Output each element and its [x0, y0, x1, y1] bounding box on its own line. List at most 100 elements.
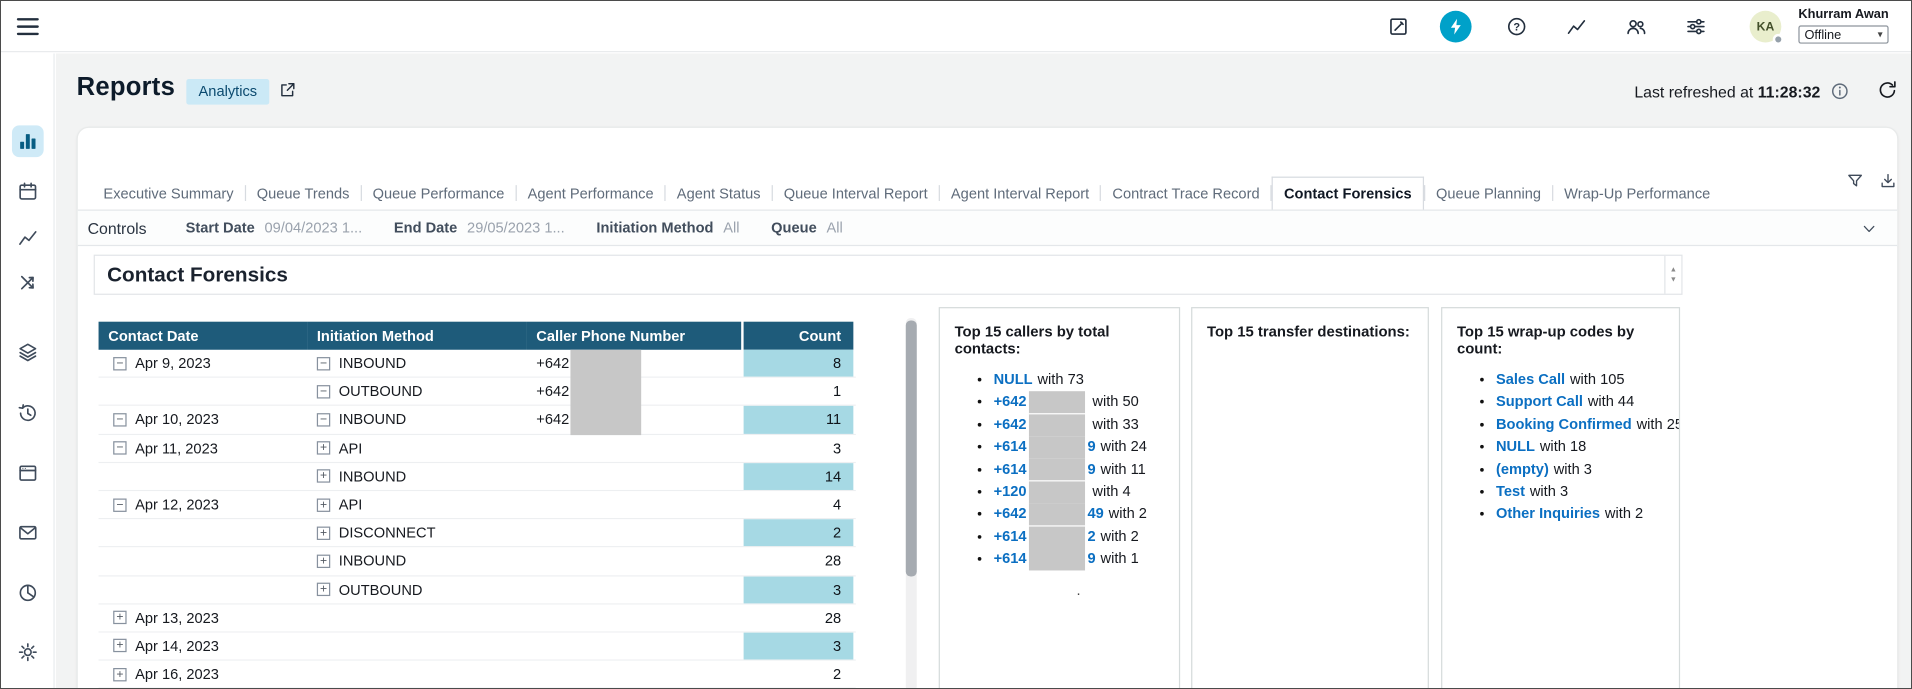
wrapup-code-link[interactable]: Other Inquiries [1496, 505, 1600, 522]
tab-agent-status[interactable]: Agent Status [666, 177, 772, 210]
feedback-icon[interactable] [1387, 16, 1409, 38]
scrollbar-thumb[interactable] [906, 320, 917, 576]
collapse-toggle-icon[interactable]: − [113, 498, 126, 511]
download-icon[interactable] [1879, 172, 1897, 190]
avatar[interactable]: KA [1750, 11, 1782, 43]
filter-queue[interactable]: QueueAll [771, 219, 843, 236]
column-header-initiation-method[interactable]: Initiation Method [307, 322, 526, 350]
refresh-icon[interactable] [1876, 79, 1898, 101]
tab-queue-trends[interactable]: Queue Trends [246, 177, 361, 210]
expand-toggle-icon[interactable]: + [317, 470, 330, 483]
sidebar-item-history[interactable] [12, 397, 44, 429]
wrapup-code-link[interactable]: NULL [1496, 438, 1535, 455]
cell-count: 3 [744, 435, 854, 462]
sidebar-item-line-chart[interactable] [12, 222, 44, 254]
caller-link[interactable]: 9 [1088, 550, 1096, 567]
item-count-text: with 44 [1588, 393, 1634, 410]
sidebar-item-window[interactable] [12, 457, 44, 489]
list-item: +6149with 1 [994, 547, 1179, 569]
tab-queue-interval-report[interactable]: Queue Interval Report [773, 177, 939, 210]
cell-count: 14 [744, 463, 854, 490]
sidebar-item-mail[interactable] [12, 517, 44, 549]
connect-bolt-icon[interactable] [1440, 11, 1472, 43]
wrapup-code-link[interactable]: (empty) [1496, 460, 1549, 477]
sidebar-item-pie-chart[interactable] [12, 577, 44, 609]
expand-toggle-icon[interactable]: + [317, 526, 330, 539]
caller-link[interactable]: +642 [994, 415, 1027, 432]
caller-link[interactable]: +614 [994, 527, 1027, 544]
tab-executive-summary[interactable]: Executive Summary [92, 177, 244, 210]
wrapup-code-link[interactable]: Test [1496, 483, 1525, 500]
metrics-icon[interactable] [1565, 16, 1587, 38]
gear-icon [17, 641, 39, 663]
last-refreshed: Last refreshed at 11:28:32 [1634, 83, 1820, 101]
chevron-down-icon[interactable] [1861, 220, 1878, 237]
cell-contact-date: Apr 10, 2023 [135, 411, 219, 428]
tab-queue-planning[interactable]: Queue Planning [1425, 177, 1552, 210]
list-item: +642with 33 [994, 413, 1179, 435]
expand-toggle-icon[interactable]: + [113, 639, 126, 652]
expand-toggle-icon[interactable]: + [113, 668, 126, 681]
table-scrollbar[interactable] [906, 318, 917, 689]
caller-link[interactable]: NULL [994, 370, 1033, 387]
expand-toggle-icon[interactable]: + [317, 441, 330, 454]
item-count-text: with 2 [1109, 505, 1147, 522]
column-header-contact-date[interactable]: Contact Date [99, 322, 308, 350]
sidebar-item-layers[interactable] [12, 336, 44, 368]
tab-contact-forensics[interactable]: Contact Forensics [1272, 177, 1424, 210]
collapse-toggle-icon[interactable]: − [113, 357, 126, 370]
collapse-toggle-icon[interactable]: − [317, 413, 330, 426]
sidebar-item-bar-chart[interactable] [12, 125, 44, 157]
info-icon[interactable] [1830, 81, 1850, 101]
tab-agent-performance[interactable]: Agent Performance [517, 177, 665, 210]
offline-status-dot-icon [1773, 34, 1784, 45]
caller-link[interactable]: 2 [1088, 527, 1096, 544]
collapse-toggle-icon[interactable]: − [317, 357, 330, 370]
caller-link[interactable]: +614 [994, 460, 1027, 477]
panel-title: Top 15 wrap-up codes by count: [1442, 308, 1679, 357]
sidebar-item-gear[interactable] [12, 636, 44, 668]
stepper-down-icon[interactable]: ▼ [1670, 275, 1677, 285]
tab-queue-performance[interactable]: Queue Performance [362, 177, 516, 210]
filter-end-date[interactable]: End Date29/05/2023 1... [394, 219, 565, 236]
status-select[interactable]: Offline ▾ [1798, 25, 1888, 43]
caller-link[interactable]: +614 [994, 550, 1027, 567]
help-icon[interactable]: ? [1506, 16, 1528, 38]
expand-toggle-icon[interactable]: + [113, 611, 126, 624]
users-icon[interactable] [1625, 16, 1647, 38]
redacted-phone [1029, 414, 1085, 436]
wrapup-code-link[interactable]: Support Call [1496, 393, 1583, 410]
expand-toggle-icon[interactable]: + [317, 554, 330, 567]
external-link-icon[interactable] [278, 80, 298, 100]
tab-wrap-up-performance[interactable]: Wrap-Up Performance [1553, 177, 1721, 210]
filter-initiation-method[interactable]: Initiation MethodAll [596, 219, 739, 236]
caller-link[interactable]: 9 [1088, 460, 1096, 477]
collapse-toggle-icon[interactable]: − [113, 413, 126, 426]
wrapup-code-link[interactable]: Booking Confirmed [1496, 415, 1632, 432]
column-header-caller-phone-number[interactable]: Caller Phone Number [527, 322, 742, 350]
column-header-count[interactable]: Count [744, 322, 854, 350]
sidebar-item-calendar[interactable] [12, 175, 44, 207]
stepper-up-icon[interactable]: ▲ [1670, 265, 1677, 275]
collapse-toggle-icon[interactable]: − [113, 441, 126, 454]
filter-start-date[interactable]: Start Date09/04/2023 1... [186, 219, 363, 236]
collapse-toggle-icon[interactable]: − [317, 385, 330, 398]
tab-agent-interval-report[interactable]: Agent Interval Report [940, 177, 1100, 210]
list-item: NULLwith 18 [1496, 435, 1679, 457]
caller-link[interactable]: +642 [994, 505, 1027, 522]
expand-toggle-icon[interactable]: + [317, 498, 330, 511]
caller-link[interactable]: +642 [994, 393, 1027, 410]
caller-link[interactable]: +614 [994, 438, 1027, 455]
caller-link[interactable]: +120 [994, 483, 1027, 500]
caller-link[interactable]: 9 [1088, 438, 1096, 455]
filter-icon[interactable] [1846, 172, 1864, 190]
crossed-tools-icon [17, 272, 39, 294]
sidebar-item-crossed-tools[interactable] [12, 267, 44, 299]
wrapup-code-link[interactable]: Sales Call [1496, 370, 1565, 387]
settings-sliders-icon[interactable] [1685, 16, 1707, 38]
tab-contract-trace-record[interactable]: Contract Trace Record [1101, 177, 1270, 210]
expand-toggle-icon[interactable]: + [317, 583, 330, 596]
caller-link[interactable]: 49 [1088, 505, 1104, 522]
table-row: +Apr 16, 20232 [99, 661, 856, 689]
hamburger-menu-icon[interactable] [17, 18, 39, 35]
